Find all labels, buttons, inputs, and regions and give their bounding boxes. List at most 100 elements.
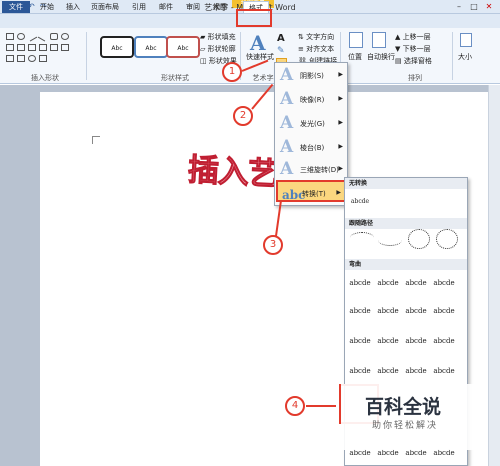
shape-style-red[interactable]: Abc bbox=[166, 36, 200, 58]
selection-pane-icon: ▤ bbox=[395, 57, 402, 65]
send-backward-icon: ▼ bbox=[395, 45, 401, 53]
callout-arrow bbox=[306, 405, 336, 407]
submenu-arrow-icon: ▶ bbox=[336, 189, 341, 196]
text-fill-icon[interactable]: A bbox=[277, 33, 285, 44]
close-icon[interactable]: ✕ bbox=[482, 1, 496, 12]
format-tab-highlight bbox=[236, 9, 272, 27]
shape-rounded-icon[interactable] bbox=[50, 33, 58, 40]
shape-block-icon[interactable] bbox=[39, 55, 47, 62]
tab-page-layout[interactable]: 页面布局 bbox=[88, 1, 122, 13]
warp-option[interactable]: abcde bbox=[347, 276, 373, 290]
text-outline-icon[interactable]: ✎ bbox=[277, 46, 285, 56]
tab-references[interactable]: 引用 bbox=[128, 1, 150, 13]
tab-mailings[interactable]: 邮件 bbox=[155, 1, 177, 13]
warp-option[interactable]: abcde bbox=[431, 334, 457, 348]
send-backward-button[interactable]: ▼ 下移一层 bbox=[395, 44, 431, 54]
path-arch-up-option[interactable] bbox=[350, 232, 374, 244]
section-no-transform: 无转换 bbox=[345, 178, 467, 189]
menu-item-reflection[interactable]: A 映像(R) ▶ bbox=[276, 88, 346, 110]
tab-file[interactable]: 文件 bbox=[2, 1, 30, 13]
warp-option[interactable]: abcde bbox=[347, 364, 373, 378]
menu-item-bevel[interactable]: A 棱台(B) ▶ bbox=[276, 136, 346, 158]
effects-icon: ◫ bbox=[200, 57, 207, 65]
submenu-arrow-icon: ▶ bbox=[338, 143, 343, 150]
position-icon[interactable] bbox=[349, 32, 363, 48]
warp-option[interactable]: abcde bbox=[375, 304, 401, 318]
shape-bracket-icon[interactable] bbox=[39, 44, 47, 51]
section-follow-path: 跟随路径 bbox=[345, 218, 467, 229]
no-transform-option[interactable]: abcde bbox=[347, 195, 373, 209]
shape-style-black[interactable]: Abc bbox=[100, 36, 134, 58]
warp-option[interactable]: abcde bbox=[403, 304, 429, 318]
path-button-option[interactable] bbox=[436, 229, 458, 249]
bring-forward-icon: ▲ bbox=[395, 33, 401, 41]
warp-option[interactable]: abcde bbox=[347, 304, 373, 318]
shape-triangle-icon[interactable] bbox=[6, 44, 14, 51]
margin-corner-mark bbox=[92, 136, 100, 144]
shape-style-blue[interactable]: Abc bbox=[134, 36, 168, 58]
path-circle-option[interactable] bbox=[408, 229, 430, 249]
shape-banner-icon[interactable] bbox=[17, 55, 25, 62]
shape-flow-icon[interactable] bbox=[6, 55, 14, 62]
size-button[interactable]: 大小 bbox=[458, 52, 472, 62]
maximize-icon[interactable]: □ bbox=[467, 1, 481, 12]
bring-forward-button[interactable]: ▲ 上移一层 bbox=[395, 32, 431, 42]
menu-item-shadow[interactable]: A 阴影(S) ▶ bbox=[276, 64, 346, 86]
tab-insert[interactable]: 插入 bbox=[62, 1, 84, 13]
warp-option[interactable]: abcde bbox=[431, 276, 457, 290]
group-label-insert-shapes: 插入形状 bbox=[31, 74, 59, 82]
warp-option[interactable]: abcde bbox=[431, 364, 457, 378]
vertical-scrollbar[interactable] bbox=[488, 85, 500, 466]
shape-callout-icon[interactable] bbox=[50, 44, 58, 51]
position-button[interactable]: 位置 bbox=[348, 52, 362, 62]
size-icon[interactable] bbox=[460, 33, 472, 47]
shape-circle-icon[interactable] bbox=[61, 33, 69, 40]
tab-home[interactable]: 开始 bbox=[36, 1, 58, 13]
selection-pane-button[interactable]: ▤ 选择窗格 bbox=[395, 56, 432, 66]
callout-step-2: 2 bbox=[233, 106, 253, 126]
shape-brace-icon[interactable] bbox=[61, 44, 69, 51]
menu-item-3d-rotation[interactable]: A 三维旋转(D) ▶ bbox=[276, 158, 346, 180]
tab-review[interactable]: 审阅 bbox=[182, 1, 204, 13]
watermark-title: 百科全说 bbox=[365, 396, 442, 418]
shape-star-icon[interactable] bbox=[28, 44, 36, 51]
warp-option[interactable]: abcde bbox=[431, 304, 457, 318]
shape-ring-icon[interactable] bbox=[28, 55, 36, 62]
shape-rect-icon[interactable] bbox=[6, 33, 14, 40]
warp-option[interactable]: abcde bbox=[375, 334, 401, 348]
minimize-icon[interactable]: – bbox=[452, 1, 466, 12]
group-label-shape-styles: 形状样式 bbox=[161, 74, 189, 82]
submenu-arrow-icon: ▶ bbox=[338, 119, 343, 126]
text-direction-button[interactable]: ⇅ 文字方向 bbox=[298, 32, 334, 42]
shape-oval-icon[interactable] bbox=[17, 33, 25, 40]
submenu-arrow-icon: ▶ bbox=[338, 71, 343, 78]
quick-styles-label[interactable]: 快速样式 bbox=[246, 52, 274, 62]
group-separator bbox=[86, 32, 87, 80]
warp-option[interactable]: abcde bbox=[403, 334, 429, 348]
shape-arrow-icon[interactable] bbox=[17, 44, 25, 51]
bevel-icon: A bbox=[280, 137, 294, 157]
section-warp: 弯曲 bbox=[345, 259, 467, 270]
shape-fill-button[interactable]: ▰ 形状填充 bbox=[200, 32, 236, 42]
warp-option[interactable]: abcde bbox=[375, 276, 401, 290]
wrap-text-button[interactable]: 自动换行 bbox=[367, 52, 395, 62]
menu-item-transform[interactable]: abc 转换(T) ▶ bbox=[276, 180, 346, 202]
path-arch-down-option[interactable] bbox=[378, 234, 402, 246]
align-text-button[interactable]: ≡ 对齐文本 bbox=[298, 44, 334, 54]
outline-icon: ▱ bbox=[200, 45, 206, 53]
shape-outline-button[interactable]: ▱ 形状轮廓 bbox=[200, 44, 236, 54]
wrap-text-icon[interactable] bbox=[372, 32, 386, 48]
callout-step-4: 4 bbox=[285, 396, 305, 416]
submenu-arrow-icon: ▶ bbox=[338, 95, 343, 102]
callout-step-1: 1 bbox=[222, 62, 242, 82]
warp-option[interactable]: abcde bbox=[347, 334, 373, 348]
warp-option[interactable]: abcde bbox=[375, 364, 401, 378]
submenu-arrow-icon: ▶ bbox=[338, 165, 343, 172]
warp-option[interactable]: abcde bbox=[403, 364, 429, 378]
menu-item-glow[interactable]: A 发光(G) ▶ bbox=[276, 112, 346, 134]
text-direction-icon: ⇅ bbox=[298, 33, 304, 41]
group-label-arrange: 排列 bbox=[408, 74, 422, 82]
align-icon: ≡ bbox=[298, 45, 304, 53]
tab-view[interactable]: 视图 bbox=[209, 1, 231, 13]
warp-option[interactable]: abcde bbox=[403, 276, 429, 290]
